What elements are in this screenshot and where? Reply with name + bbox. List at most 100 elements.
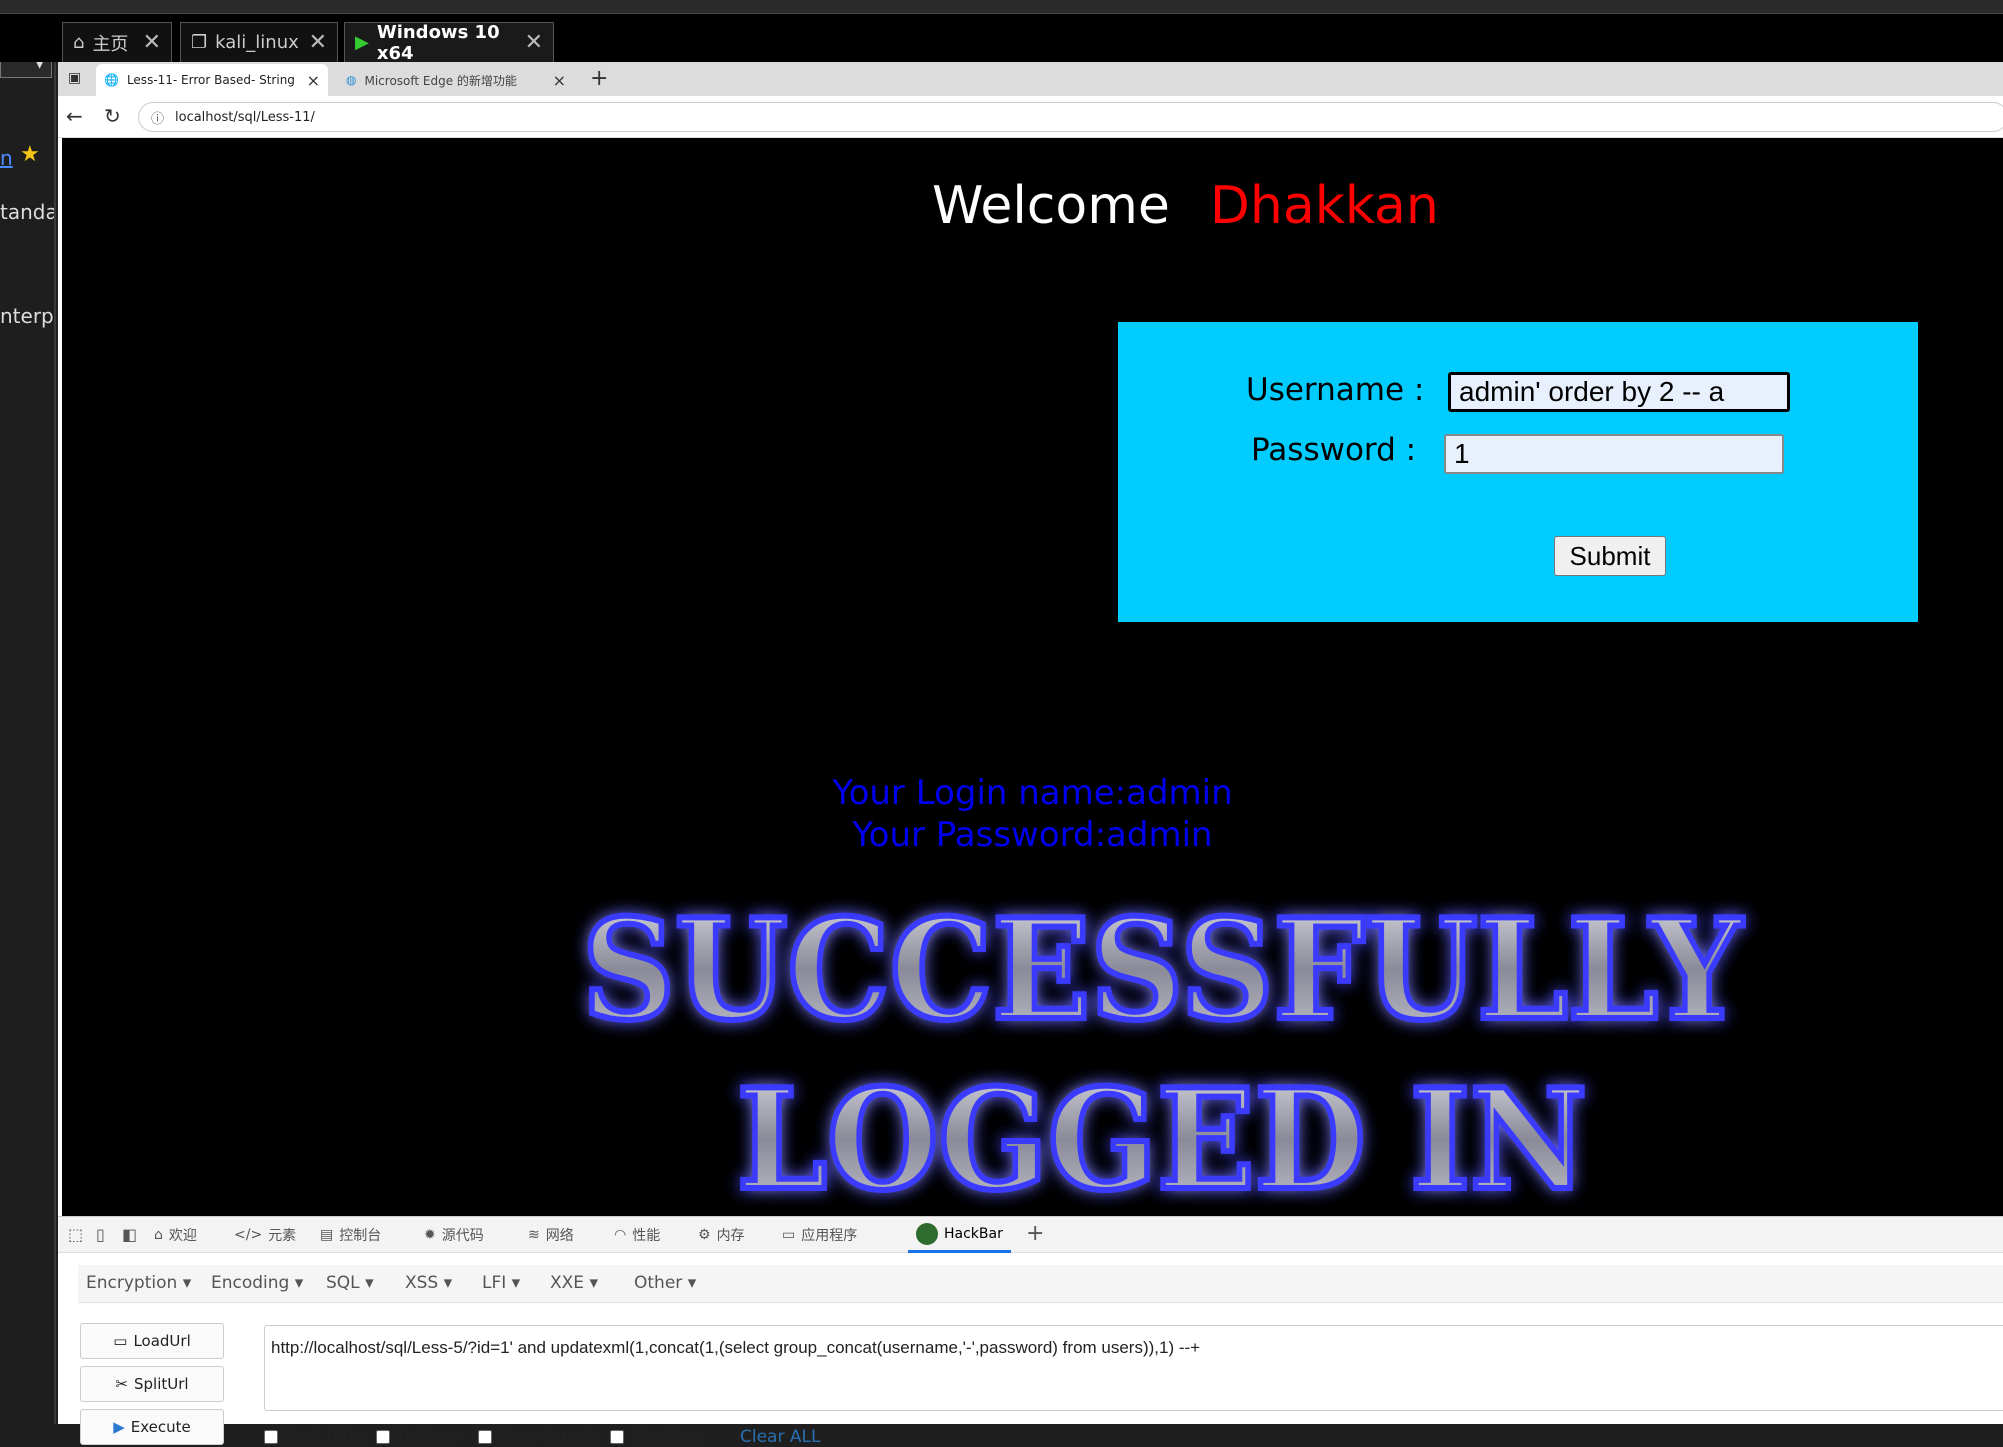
vm-tab-windows[interactable]: ▶ Windows 10 x64 ✕	[344, 21, 554, 64]
menu-encryption[interactable]: Encryption ▾	[86, 1273, 191, 1293]
welcome-name: Dhakkan	[1209, 176, 1439, 236]
tab-label: 网络	[545, 1228, 574, 1244]
close-icon[interactable]: ×	[307, 71, 320, 90]
add-tab-icon[interactable]: +	[1026, 1221, 1044, 1246]
vm-tab-label: Windows 10 x64	[376, 21, 500, 64]
tab-actions-icon[interactable]: ▣	[68, 70, 81, 86]
clear-all-link[interactable]: Clear ALL	[740, 1427, 820, 1447]
url-input[interactable]: ⓘ localhost/sql/Less-11/	[138, 102, 2003, 132]
tab-sources[interactable]: ✹ 源代码	[424, 1217, 484, 1253]
info-icon: ⓘ	[151, 112, 165, 127]
menu-label: LFI	[482, 1273, 507, 1293]
page-viewport: Welcome Dhakkan Username : admin' order b…	[62, 138, 2003, 1216]
home-icon: ⌂	[154, 1227, 163, 1243]
user-agent-checkbox[interactable]: User Agent	[478, 1427, 594, 1447]
login-form: Username : admin' order by 2 -- a Passwo…	[1118, 322, 1918, 622]
dock-icon[interactable]: ◧	[122, 1225, 137, 1244]
browser-tab-label: Microsoft Edge 的新增功能	[364, 73, 517, 88]
split-url-button[interactable]: ✂ SplitUrl	[80, 1366, 224, 1402]
close-icon[interactable]: ×	[553, 71, 566, 90]
tab-memory[interactable]: ⚙ 内存	[698, 1217, 745, 1253]
tab-console[interactable]: ▤ 控制台	[320, 1217, 381, 1253]
login-result: Your Login name:admin Your Password:admi…	[62, 772, 2003, 856]
vm-tab-kali[interactable]: ❐ kali_linux ✕	[180, 22, 338, 62]
caret-down-icon: ▾	[365, 1273, 374, 1293]
vm-running-icon: ▶	[355, 32, 369, 53]
menu-label: SQL	[326, 1273, 360, 1293]
console-icon: ▤	[320, 1227, 334, 1243]
checkbox-label: User Agent	[500, 1427, 595, 1447]
menu-encoding[interactable]: Encoding ▾	[211, 1273, 303, 1293]
menu-other[interactable]: Other ▾	[634, 1273, 696, 1293]
reload-icon[interactable]: ↻	[104, 104, 121, 128]
vm-tab-label: 主页	[92, 33, 129, 55]
menu-label: XSS	[405, 1273, 439, 1293]
tab-performance[interactable]: ◠ 性能	[614, 1217, 660, 1253]
menu-label: Other	[634, 1273, 683, 1293]
checkbox-box[interactable]	[264, 1430, 278, 1444]
close-icon[interactable]: ✕	[309, 30, 327, 55]
devtools-panel: ⬚ ▯ ◧ ⌂ 欢迎 </> 元素 ▤ 控制台 ✹ 源代码 ≋ 网络 ◠ 性能 ⚙ 内存 ▭ 应…	[58, 1216, 2003, 1447]
tab-label: 元素	[268, 1228, 297, 1244]
page-welcome-heading: Welcome Dhakkan	[932, 176, 1439, 236]
wifi-icon: ≋	[528, 1227, 540, 1243]
password-input[interactable]: 1	[1444, 434, 1784, 474]
password-label: Password :	[1251, 432, 1417, 468]
tab-label: 源代码	[441, 1228, 484, 1244]
tab-welcome[interactable]: ⌂ 欢迎	[154, 1217, 197, 1253]
menu-sql[interactable]: SQL ▾	[326, 1273, 374, 1293]
menu-xxe[interactable]: XXE ▾	[550, 1273, 598, 1293]
host-title-strip	[0, 0, 2003, 14]
play-icon: ▶	[113, 1418, 125, 1436]
tab-hackbar[interactable]: HackBar	[908, 1217, 1011, 1253]
caret-down-icon: ▾	[589, 1273, 598, 1293]
checkbox-label: Cookies	[632, 1427, 699, 1447]
welcome-text: Welcome	[932, 176, 1170, 236]
chip-icon: ⚙	[698, 1227, 711, 1243]
code-icon: </>	[234, 1227, 263, 1243]
scissors-icon: ✂	[115, 1375, 128, 1393]
checkbox-label: Referer	[398, 1427, 461, 1447]
checkbox-box[interactable]	[478, 1430, 492, 1444]
tab-application[interactable]: ▭ 应用程序	[782, 1217, 857, 1253]
host-text-fragment: tanda	[0, 200, 56, 224]
back-icon[interactable]: ←	[66, 104, 83, 128]
host-text-fragment: n	[0, 146, 13, 170]
tab-label: 控制台	[339, 1228, 382, 1244]
browser-tab-label: Less-11- Error Based- String	[126, 73, 295, 87]
app-icon: ▭	[782, 1227, 796, 1243]
menu-lfi[interactable]: LFI ▾	[482, 1273, 520, 1293]
tab-label: 应用程序	[801, 1228, 858, 1244]
tab-network[interactable]: ≋ 网络	[528, 1217, 574, 1253]
cookies-checkbox[interactable]: Cookies	[610, 1427, 699, 1447]
tab-elements[interactable]: </> 元素	[234, 1217, 296, 1253]
tab-label: 内存	[716, 1228, 745, 1244]
execute-button[interactable]: ▶ Execute	[80, 1409, 224, 1445]
vm-tab-home[interactable]: ⌂ 主页 ✕	[62, 22, 172, 62]
browser-tab-strip: ▣ 🌐 Less-11- Error Based- String × ◍ Mic…	[58, 62, 2003, 96]
hackbar-icon	[916, 1222, 938, 1245]
inspect-icon[interactable]: ⬚	[68, 1225, 83, 1244]
browser-tab-less11[interactable]: 🌐 Less-11- Error Based- String ×	[96, 64, 328, 96]
menu-xss[interactable]: XSS ▾	[405, 1273, 452, 1293]
login-password-text: Your Password:admin	[852, 815, 1213, 855]
username-label: Username :	[1246, 372, 1425, 408]
close-icon[interactable]: ✕	[525, 30, 543, 55]
new-tab-button[interactable]: +	[590, 66, 608, 91]
checkbox-box[interactable]	[610, 1430, 624, 1444]
banner-line-2: LOGGED IN	[737, 1058, 1587, 1216]
close-icon[interactable]: ✕	[143, 30, 161, 55]
username-input[interactable]: admin' order by 2 -- a	[1448, 372, 1790, 412]
referer-checkbox[interactable]: Referer	[376, 1427, 460, 1447]
address-bar: ← ↻ ⓘ localhost/sql/Less-11/	[58, 96, 2003, 138]
submit-button[interactable]: Submit	[1554, 536, 1666, 576]
browser-tab-edge[interactable]: ◍ Microsoft Edge 的新增功能 ×	[338, 64, 574, 96]
post-data-checkbox[interactable]: Post data	[264, 1427, 365, 1447]
device-icon[interactable]: ▯	[96, 1225, 105, 1244]
globe-icon: 🌐	[104, 73, 119, 87]
vm-tab-label: kali_linux	[215, 32, 299, 53]
caret-down-icon: ▾	[294, 1273, 304, 1293]
checkbox-box[interactable]	[376, 1430, 390, 1444]
load-url-button[interactable]: ▭ LoadUrl	[80, 1323, 224, 1359]
hackbar-url-textarea[interactable]: http://localhost/sql/Less-5/?id=1' and u…	[264, 1325, 2003, 1411]
